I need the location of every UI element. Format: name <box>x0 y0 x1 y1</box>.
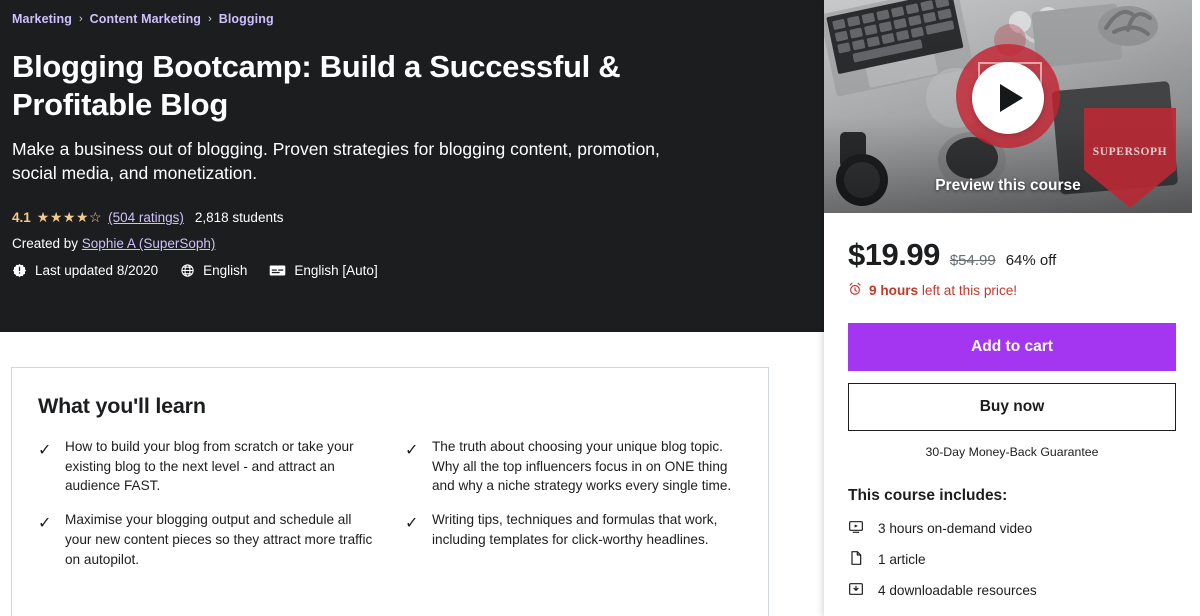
breadcrumb-item-blogging[interactable]: Blogging <box>219 12 274 26</box>
breadcrumb-separator-icon: › <box>208 12 212 25</box>
course-includes-list: 3 hours on-demand video 1 article 4 down… <box>848 519 1176 600</box>
what-you-will-learn-list: ✓ How to build your blog from scratch or… <box>38 437 742 569</box>
meta-language: English <box>180 263 247 278</box>
star-filled-icon: ★ <box>36 209 50 226</box>
breadcrumb-separator-icon: › <box>78 12 83 25</box>
check-icon: ✓ <box>405 442 419 459</box>
meta-last-updated-label: Last updated 8/2020 <box>35 263 159 279</box>
course-meta-row: Last updated 8/2020 English English [Aut… <box>12 263 808 278</box>
download-box-icon <box>848 581 864 600</box>
course-hero: Marketing › Content Marketing › Blogging… <box>0 0 824 332</box>
page-title: Blogging Bootcamp: Build a Successful & … <box>12 49 621 122</box>
closed-captions-icon <box>269 263 286 278</box>
original-price: $54.99 <box>949 252 996 269</box>
alarm-clock-icon <box>848 282 862 299</box>
meta-language-label: English <box>203 263 248 279</box>
preview-this-course-label: Preview this course <box>935 177 1081 194</box>
list-item-label: How to build your blog from scratch or t… <box>65 439 354 494</box>
breadcrumb: Marketing › Content Marketing › Blogging <box>12 8 808 30</box>
check-icon: ✓ <box>405 515 419 533</box>
rating-row: 4.1 ★ ★ ★ ★ ☆ (504 ratings) 2,818 studen… <box>12 209 808 226</box>
list-item: 4 downloadable resources <box>848 581 1176 600</box>
article-document-icon <box>848 550 864 569</box>
video-monitor-icon <box>848 519 864 538</box>
buy-now-button[interactable]: Buy now <box>848 383 1176 431</box>
meta-captions-label: English [Auto] <box>294 263 378 279</box>
add-to-cart-button[interactable]: Add to cart <box>848 323 1176 371</box>
play-icon[interactable] <box>972 62 1044 134</box>
check-icon: ✓ <box>38 515 52 533</box>
course-landing-page: Marketing › Content Marketing › Blogging… <box>0 0 1200 616</box>
supersoph-brand-label: SUPERSOPH <box>1092 146 1168 158</box>
course-preview-video[interactable]: SUPERSOPH Preview this course <box>824 0 1192 213</box>
students-count: 2,818 students <box>194 210 284 226</box>
breadcrumb-item-content-marketing[interactable]: Content Marketing <box>90 12 201 26</box>
list-item-label: The truth about choosing your unique blo… <box>432 439 732 494</box>
check-icon: ✓ <box>38 442 52 459</box>
discount-percent: 64% off <box>1005 252 1057 269</box>
list-item: ✓ The truth about choosing your unique b… <box>405 437 742 496</box>
urgency-rest-label: left at this price! <box>918 283 1018 298</box>
breadcrumb-item-marketing[interactable]: Marketing <box>12 12 72 26</box>
list-item: 3 hours on-demand video <box>848 519 1176 538</box>
price-urgency-banner: 9 hours left at this price! <box>848 282 1176 299</box>
star-filled-icon: ★ <box>49 209 63 226</box>
list-item-label: 3 hours on-demand video <box>878 521 1033 536</box>
current-price: $19.99 <box>848 237 940 272</box>
play-triangle-icon <box>999 84 1023 112</box>
list-item: 1 article <box>848 550 1176 569</box>
instructor-link[interactable]: Sophie A (SuperSoph) <box>82 236 216 251</box>
urgency-time-left: 9 hours <box>869 283 919 298</box>
course-includes-title: This course includes: <box>848 487 1008 504</box>
rating-value: 4.1 <box>12 210 31 226</box>
list-item-label: Maximise your blogging output and schedu… <box>65 512 373 567</box>
what-you-will-learn-title: What you'll learn <box>38 394 206 418</box>
last-updated-badge-icon <box>12 263 27 278</box>
star-empty-icon: ☆ <box>89 209 103 226</box>
list-item-label: Writing tips, techniques and formulas th… <box>432 512 718 547</box>
course-purchase-sidebar: SUPERSOPH Preview this course $19.99 $54… <box>824 0 1200 616</box>
money-back-guarantee-label: 30-Day Money-Back Guarantee <box>925 445 1099 459</box>
star-rating-icons: ★ ★ ★ ★ ☆ <box>37 209 102 226</box>
course-headline: Make a business out of blogging. Proven … <box>12 138 660 184</box>
what-you-will-learn-section: What you'll learn ✓ How to build your bl… <box>11 367 769 616</box>
list-item: ✓ Maximise your blogging output and sche… <box>38 510 375 569</box>
list-item: ✓ How to build your blog from scratch or… <box>38 437 375 496</box>
list-item-label: 1 article <box>878 552 926 567</box>
globe-icon <box>180 263 195 278</box>
star-filled-icon: ★ <box>62 209 76 226</box>
meta-captions: English [Auto] <box>269 263 378 279</box>
created-by-row: Created by Sophie A (SuperSoph) <box>12 236 808 251</box>
price-row: $19.99 $54.99 64% off <box>848 237 1176 273</box>
meta-last-updated: Last updated 8/2020 <box>12 263 158 278</box>
created-by-label: Created by <box>12 236 82 252</box>
ratings-count-link[interactable]: (504 ratings) <box>108 210 184 225</box>
list-item-label: 4 downloadable resources <box>878 583 1037 598</box>
star-filled-icon: ★ <box>75 209 90 226</box>
purchase-box: $19.99 $54.99 64% off 9 hours left at th… <box>824 213 1200 600</box>
list-item: ✓ Writing tips, techniques and formulas … <box>405 510 742 569</box>
